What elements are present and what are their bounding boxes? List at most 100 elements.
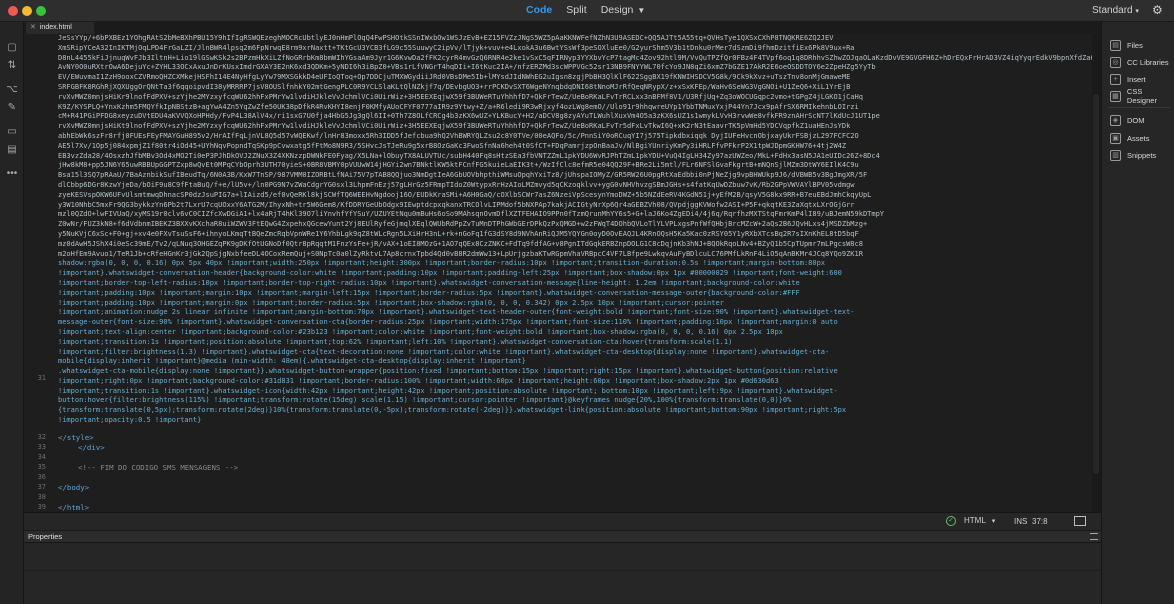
line-number: 36 [37, 473, 46, 481]
css-designer-icon: ▦ [1110, 90, 1121, 102]
workspace-switcher[interactable]: Standard ▾ [1092, 5, 1139, 16]
code-line-body-close: </body> [58, 483, 90, 492]
dom-icon: ◈ [1110, 114, 1121, 126]
code-line-div-close: </div> [78, 443, 105, 452]
language-selector[interactable]: HTML ▾ [964, 516, 995, 525]
code-line: !important;transition:1s !important;posi… [58, 337, 733, 346]
code-line: rvXvMWZ0mnjsHiKt9lnofFdPXV+szYjhe2MYzxyf… [58, 122, 851, 131]
properties-panel [24, 543, 1101, 604]
line-number: 39 [37, 503, 46, 511]
code-view-button[interactable]: Code [526, 4, 552, 16]
line-number: 33 [37, 443, 46, 451]
code-line-html-close: </html> [58, 503, 90, 512]
inspect-icon[interactable]: ✎ [6, 102, 18, 114]
line-number: 35 [37, 463, 46, 471]
code-line: !important;animation:nudge 2s linear inf… [58, 308, 855, 317]
code-line: !important;opacity:0.5 !important} [58, 416, 202, 425]
line-number: 32 [37, 433, 46, 441]
view-switcher: Code Split Design ▼ [526, 4, 645, 16]
chevron-down-icon: ▾ [991, 518, 996, 525]
check-icon[interactable]: ✓ [946, 516, 956, 526]
code-line: AE5l7Xv/1Op5j084xpmjZ1f80tr4iOd45+UYhNqv… [58, 141, 847, 150]
code-line: dlCbbp6DGr8KzwYjeDa/bOiF9u8C9fFtaBuQ/f+e… [58, 180, 855, 189]
line-number: 34 [37, 453, 46, 461]
code-line: abhEbWk6szFr8rfj0FUEsFEyFMAYGuH895v2/HrA… [58, 131, 859, 140]
document-tab[interactable]: ✕ index.html [26, 22, 94, 34]
insert-icon: + [1110, 73, 1121, 85]
line-number: 38 [37, 493, 46, 501]
more-icon[interactable]: ••• [6, 168, 18, 180]
panel-label: Files [1127, 40, 1143, 50]
code-line: mz0dAwH5JShX4i0eSc39mE/Tv2/qLNuq3OHGEZqP… [58, 239, 863, 248]
assets-icon: ▣ [1110, 132, 1121, 144]
chevron-down-icon: ▼ [637, 6, 646, 15]
line-number: 31 [37, 374, 46, 382]
panel-cc-libraries[interactable]: ◎ CC Libraries [1110, 55, 1169, 69]
format-source-icon[interactable]: ▤ [6, 144, 18, 156]
language-label: HTML [964, 516, 986, 525]
comment-icon[interactable]: ▭ [6, 126, 18, 138]
code-line: shadow:rgba(0, 0, 0, 0.16) 0px 5px 40px … [58, 259, 826, 268]
design-view-button[interactable]: Design ▼ [601, 4, 646, 16]
code-line: !important;right:0px !important;backgrou… [58, 376, 779, 385]
left-toolbar: ▢ ⇅ ⌥ ✎ ▭ ▤ ••• [0, 22, 24, 604]
workspace-label: Standard [1092, 5, 1133, 16]
code-line: !important}.whatswidget-conversation-hea… [58, 269, 842, 278]
panel-files[interactable]: ▤ Files [1110, 38, 1143, 52]
cursor-position: 37:8 [1032, 517, 1048, 526]
panel-dom[interactable]: ◈ DOM [1110, 113, 1145, 127]
gear-icon[interactable]: ⚙ [1152, 3, 1163, 17]
minimize-window-button[interactable] [22, 6, 32, 16]
properties-title: Properties [28, 532, 63, 541]
code-editor[interactable]: 31 32 33 34 35 36 37 38 39 JeSsYYp/+6bPX… [24, 34, 1101, 512]
close-icon[interactable]: ✕ [30, 24, 36, 31]
panel-css-designer[interactable]: ▦ CSS Designer [1110, 87, 1174, 105]
code-line: !important;padding:10px !important;margi… [58, 288, 800, 297]
chevron-down-icon: ▾ [1135, 8, 1139, 15]
code-line: Bsa15l3SQ7pRAaU/7BaAznbikSufIBeudTq/6N0A… [58, 171, 868, 180]
code-line: AvNY0O0uRXtrOwA6DejuYc+ZYHL33OCxAxuJnDrK… [58, 63, 876, 72]
code-line: m2oHfEm9Avuo1/TeR1Jb+cRfeHGnKr3jGk2QpSjg… [58, 249, 863, 258]
zoom-window-button[interactable] [36, 6, 46, 16]
design-view-label: Design [600, 4, 634, 16]
code-line: jHw8kM8+pp5JN6Y65uwRBBUpGGPTZxp8wQvEt0MP… [58, 161, 859, 170]
live-code-icon[interactable]: ⌥ [6, 84, 18, 96]
code-line: {transform:translate(0,5px);transform:ro… [58, 406, 847, 415]
close-window-button[interactable] [8, 6, 18, 16]
code-line: JeSsYYp/+6bPXBEz1YOhgRAtS2bMeBXhPBU15Y9h… [58, 34, 834, 42]
code-line-style-close: </style> [58, 433, 94, 442]
document-tab-label: index.html [39, 24, 72, 31]
code-line: K9Z/KYSPLQ+YnxKzhm5FMQYfkIpNBStzB+agYwA4… [58, 102, 859, 111]
line-number: 37 [37, 483, 46, 491]
code-line: y5NuKVjC6xSc+F0+gj+xv4e0FXvTsuSsF6+ihnyo… [58, 229, 859, 238]
code-line: mzl0QZdO+lwFIVUaQ/xyMS19r0clv6vC0CIZfcXw… [58, 210, 885, 219]
scrollbar-thumb[interactable] [1093, 94, 1099, 474]
code-line: y3W10NhbC5mxFr9QG3bykkzYn6Pb2t7LxrU7cqUO… [58, 200, 855, 209]
status-bar: ✓ HTML ▾ INS 37:8 [24, 512, 1101, 530]
open-documents-icon[interactable]: ▢ [6, 42, 18, 54]
panel-assets[interactable]: ▣ Assets [1110, 131, 1150, 145]
code-line: zyeKESVspOKW6UFvUlsmtmwqDhnacSP0dzJsuPIG… [58, 190, 872, 199]
code-line: !important;padding:10px !important;margi… [58, 298, 724, 307]
divider [24, 570, 1101, 571]
files-icon: ▤ [1110, 39, 1121, 51]
insert-mode[interactable]: INS [1014, 517, 1027, 526]
panel-menu-icon[interactable] [1090, 533, 1098, 540]
code-line: mobile{display:inherit !important}@media… [58, 357, 526, 366]
document-tab-bar: ✕ index.html [24, 22, 1101, 34]
divider [1108, 107, 1170, 108]
code-line: cM+R41PGiPFDG8xeyzuDVtEDU4aKVVQXoHPHdy/F… [58, 112, 880, 121]
panel-insert[interactable]: + Insert [1110, 72, 1146, 86]
file-management-icon[interactable]: ⇅ [6, 60, 18, 72]
code-line: !important;text-align:center !important;… [58, 327, 783, 336]
panel-label: Assets [1127, 133, 1150, 143]
split-view-button[interactable]: Split [566, 4, 586, 16]
code-line: XmSRipYCeA32InIKTMjOqLPD4FrGaLZI/JlnBWR4… [58, 43, 855, 52]
panel-label: DOM [1127, 115, 1145, 125]
live-preview-icon[interactable] [1074, 516, 1086, 526]
code-line: .whatswidget-cta-mobile{display:none !im… [58, 367, 838, 376]
panel-label: CSS Designer [1126, 87, 1157, 105]
panel-snippets[interactable]: ▥ Snippets [1110, 148, 1156, 162]
code-line: D8nL4455kFiJjnuqWvFJb3IltnH+Lio19lGSwKSk… [58, 53, 1098, 62]
snippets-icon: ▥ [1110, 149, 1121, 161]
